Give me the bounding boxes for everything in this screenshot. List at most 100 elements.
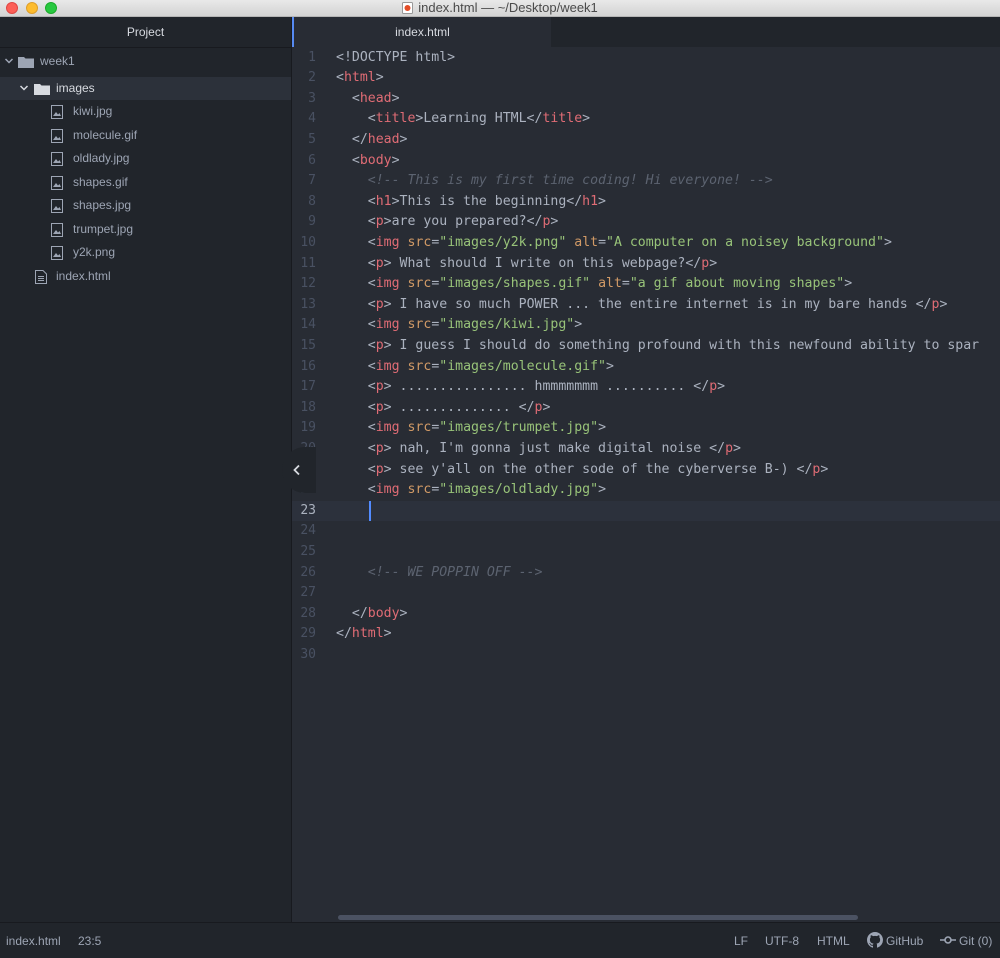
tree-file-molecule[interactable]: molecule.gif xyxy=(0,124,291,147)
line-number: 13 xyxy=(300,296,316,312)
code-token: > xyxy=(844,276,853,292)
code-line[interactable]: <img src="images/kiwi.jpg"> xyxy=(336,315,1000,336)
tree-file-kiwi[interactable]: kiwi.jpg xyxy=(0,100,291,123)
window-title: index.html — ~/Desktop/week1 xyxy=(0,0,1000,17)
line-number: 10 xyxy=(300,234,316,250)
image-file-icon xyxy=(51,223,63,237)
code-line[interactable]: <title>Learning HTML</title> xyxy=(336,109,1000,130)
code-line[interactable] xyxy=(336,583,1000,604)
code-token: <!-- This is my first time coding! Hi ev… xyxy=(367,173,773,189)
git-commit-icon[interactable] xyxy=(940,934,956,946)
code-token: < xyxy=(336,152,360,168)
code-line[interactable]: </html> xyxy=(336,624,1000,645)
line-number: 19 xyxy=(300,420,316,436)
window-title-text: index.html — ~/Desktop/week1 xyxy=(418,0,598,15)
line-number: 28 xyxy=(300,605,316,621)
code-token: = xyxy=(621,276,630,292)
code-line[interactable]: </head> xyxy=(336,130,1000,151)
image-file-icon xyxy=(51,129,63,143)
code-line[interactable]: <img src="images/oldlady.jpg"> xyxy=(336,480,1000,501)
code-token: </ xyxy=(336,605,368,621)
tree-file-oldlady[interactable]: oldlady.jpg xyxy=(0,147,291,170)
code-line[interactable]: <body> xyxy=(336,151,1000,172)
code-line[interactable]: <!-- WE POPPIN OFF --> xyxy=(336,563,1000,584)
status-git[interactable]: Git (0) xyxy=(959,933,992,949)
code-line[interactable]: <h1>This is the beginning</h1> xyxy=(336,192,1000,213)
tree-file-y2k[interactable]: y2k.png xyxy=(0,241,291,264)
code-line[interactable]: <!-- This is my first time coding! Hi ev… xyxy=(336,171,1000,192)
code-line[interactable]: <img src="images/molecule.gif"> xyxy=(336,357,1000,378)
tree-folder-images[interactable]: images xyxy=(0,77,291,100)
status-file-name[interactable]: index.html xyxy=(6,933,61,949)
code-line[interactable]: <head> xyxy=(336,89,1000,110)
chevron-down-icon[interactable] xyxy=(4,56,14,66)
line-number: 4 xyxy=(308,111,316,127)
status-bar: index.html 23:5 LF UTF-8 HTML GitHub Git… xyxy=(0,922,1000,958)
code-line[interactable]: <p> nah, I'm gonna just make digital noi… xyxy=(336,439,1000,460)
code-token: > xyxy=(598,482,607,498)
tree-file-shapes-jpg[interactable]: shapes.jpg xyxy=(0,194,291,217)
code-token: "A computer on a noisey background" xyxy=(606,234,884,250)
code-token: > xyxy=(391,152,400,168)
code-token: p xyxy=(375,337,384,353)
code-token: < xyxy=(336,461,376,477)
github-icon[interactable] xyxy=(867,932,883,948)
tab-index-html[interactable]: index.html xyxy=(292,17,551,47)
code-line[interactable]: <html> xyxy=(336,68,1000,89)
line-number: 16 xyxy=(300,358,316,374)
status-grammar[interactable]: HTML xyxy=(817,933,850,949)
code-token: > xyxy=(399,131,408,147)
code-line[interactable]: <p> see y'all on the other sode of the c… xyxy=(336,460,1000,481)
code-token: < xyxy=(336,317,376,333)
code-line[interactable] xyxy=(336,521,1000,542)
horizontal-scrollbar[interactable] xyxy=(338,915,858,920)
code-line[interactable]: <p> I have so much POWER ... the entire … xyxy=(336,295,1000,316)
code-token: > xyxy=(391,90,400,106)
image-file-icon xyxy=(51,176,63,190)
tree-folder-week1[interactable]: week1 xyxy=(0,50,291,73)
code-token: html xyxy=(351,626,384,642)
code-token: h1 xyxy=(582,193,599,209)
text-caret xyxy=(369,500,371,521)
status-encoding[interactable]: UTF-8 xyxy=(765,933,799,949)
code-line[interactable] xyxy=(336,645,1000,666)
code-line[interactable] xyxy=(336,501,1000,522)
code-token: img xyxy=(375,482,400,498)
line-number: 24 xyxy=(300,523,316,539)
tree-file-shapes-gif[interactable]: shapes.gif xyxy=(0,171,291,194)
code-line[interactable]: </body> xyxy=(336,604,1000,625)
line-number: 5 xyxy=(308,131,316,147)
code-editor[interactable]: 1234567891011121314151617181920212223242… xyxy=(292,47,1000,922)
code-token: h1 xyxy=(375,193,392,209)
chevron-down-icon[interactable] xyxy=(19,83,29,93)
code-token: < xyxy=(336,276,376,292)
code-line[interactable]: <img src="images/shapes.gif" alt="a gif … xyxy=(336,274,1000,295)
tree-file-trumpet[interactable]: trumpet.jpg xyxy=(0,218,291,241)
code-token: title xyxy=(542,111,583,127)
code-line[interactable]: <!DOCTYPE html> xyxy=(336,48,1000,69)
code-token: <!-- WE POPPIN OFF --> xyxy=(367,564,543,580)
code-line[interactable]: <img src="images/y2k.png" alt="A compute… xyxy=(336,233,1000,254)
tree-file-index[interactable]: index.html xyxy=(0,265,291,288)
code-token: img xyxy=(375,317,400,333)
line-number: 17 xyxy=(300,379,316,395)
code-line[interactable]: <p> What should I write on this webpage?… xyxy=(336,254,1000,275)
status-github[interactable]: GitHub xyxy=(886,933,923,949)
code-token: < xyxy=(336,234,376,250)
code-token: p xyxy=(701,255,710,271)
code-line[interactable] xyxy=(336,542,1000,563)
code-token: >are you prepared?</ xyxy=(383,214,543,230)
status-line-ending[interactable]: LF xyxy=(734,933,748,949)
code-line[interactable]: <p> ................ hmmmmmmm ..........… xyxy=(336,377,1000,398)
line-number: 18 xyxy=(300,399,316,415)
code-token: body xyxy=(359,152,392,168)
code-line[interactable]: <p> .............. </p> xyxy=(336,398,1000,419)
code-line[interactable]: <p>are you prepared?</p> xyxy=(336,212,1000,233)
code-line[interactable]: <p> I guess I should do something profou… xyxy=(336,336,1000,357)
code-token: p xyxy=(375,440,384,456)
code-line[interactable]: <img src="images/trumpet.jpg"> xyxy=(336,418,1000,439)
status-cursor-position[interactable]: 23:5 xyxy=(78,933,101,949)
window-title-bar: index.html — ~/Desktop/week1 xyxy=(0,0,1000,17)
